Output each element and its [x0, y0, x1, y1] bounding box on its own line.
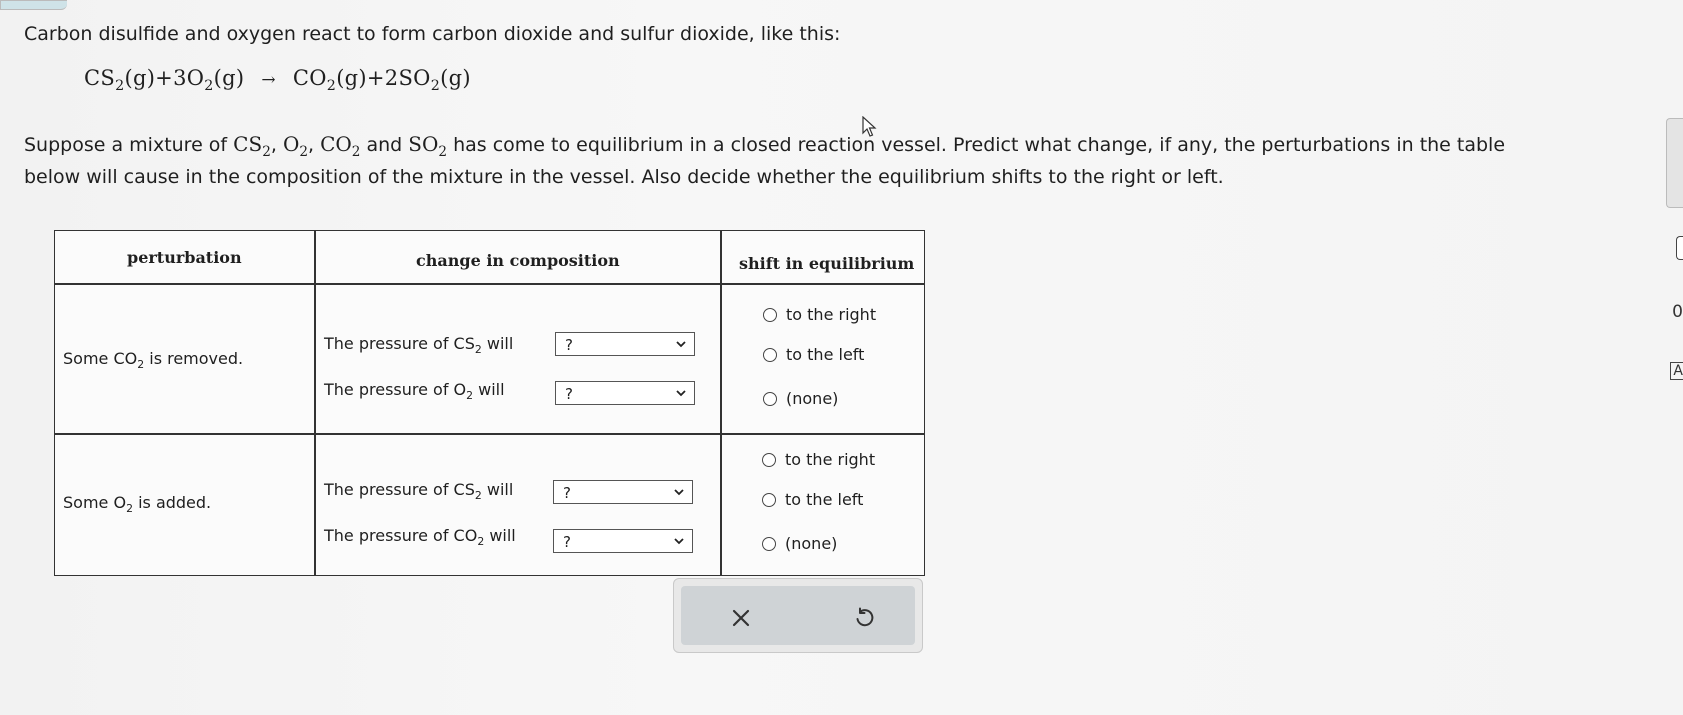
radio-shift-right[interactable]: to the right — [762, 450, 875, 469]
radio-circle[interactable] — [763, 347, 777, 362]
reaction-arrow: → — [261, 70, 276, 90]
eq-text: (g)+3O — [124, 66, 205, 90]
eq-text: CO — [292, 66, 327, 90]
perturbation-label: Some O2 is added. — [63, 493, 212, 515]
header-change-in-composition: change in composition — [416, 251, 620, 270]
formula-o2: O2 — [282, 132, 308, 160]
radio-shift-left[interactable]: to the left — [762, 490, 863, 509]
para-text: has come to equilibrium in a closed reac… — [453, 134, 1506, 156]
formula-cs2: CS2 — [233, 132, 271, 160]
eq-text: (g) — [213, 66, 245, 90]
radio-circle[interactable] — [762, 492, 776, 507]
formula-so2: SO2 — [408, 132, 448, 160]
top-left-tab[interactable] — [0, 0, 67, 10]
side-panel-tab[interactable] — [1666, 118, 1683, 208]
undo-button[interactable] — [844, 598, 884, 638]
para-comma: , — [270, 134, 277, 156]
radio-shift-none[interactable]: (none) — [763, 389, 838, 408]
radio-circle[interactable] — [763, 391, 777, 406]
cs2-pressure-select[interactable]: ? — [553, 480, 693, 504]
o2-pressure-select[interactable]: ? — [555, 381, 695, 405]
eq-subscript: 2 — [430, 77, 441, 94]
close-icon — [732, 609, 750, 627]
table-divider — [55, 283, 924, 285]
select-value: ? — [565, 336, 573, 354]
undo-icon — [856, 607, 874, 627]
side-glyph: A — [1670, 362, 1683, 380]
action-bar — [681, 586, 915, 645]
eq-text: (g) — [440, 66, 471, 90]
chevron-down-icon — [674, 538, 684, 545]
co2-pressure-select[interactable]: ? — [553, 529, 693, 553]
chemical-equation: CS2(g)+3O2(g) → CO2(g)+2SO2(g) — [84, 66, 471, 93]
perturbation-table: perturbation change in composition shift… — [54, 230, 925, 576]
para-comma: , — [308, 134, 315, 156]
page: Carbon disulfide and oxygen react to for… — [0, 0, 1683, 715]
eq-cs-label: CS — [84, 66, 116, 90]
select-value: ? — [563, 484, 571, 502]
change-label: The pressure of CS2 will — [324, 480, 514, 502]
action-panel — [673, 578, 923, 653]
clear-button[interactable] — [721, 598, 761, 638]
radio-circle[interactable] — [762, 452, 776, 467]
chevron-down-icon — [674, 489, 684, 496]
radio-shift-right[interactable]: to the right — [763, 305, 876, 324]
para-text: and — [366, 134, 403, 156]
chevron-down-icon — [676, 390, 686, 397]
intro-text: Carbon disulfide and oxygen react to for… — [24, 23, 841, 45]
change-label: The pressure of CO2 will — [324, 526, 516, 548]
eq-subscript: 2 — [326, 77, 337, 94]
select-value: ? — [565, 385, 573, 403]
cs2-pressure-select[interactable]: ? — [555, 332, 695, 356]
change-label: The pressure of O2 will — [324, 380, 505, 402]
perturbation-label: Some CO2 is removed. — [63, 349, 244, 371]
radio-circle[interactable] — [763, 307, 777, 322]
side-toolbar-tab[interactable] — [1676, 236, 1683, 260]
formula-co2: CO2 — [320, 132, 361, 160]
radio-shift-none[interactable]: (none) — [762, 534, 837, 553]
radio-circle[interactable] — [762, 536, 776, 551]
para-text: Suppose a mixture of — [24, 134, 228, 156]
radio-shift-left[interactable]: to the left — [763, 345, 864, 364]
table-divider — [55, 433, 924, 435]
eq-text: (g)+2SO — [336, 66, 431, 90]
header-perturbation: perturbation — [127, 248, 242, 267]
instructions-paragraph: Suppose a mixture of CS2, O2, CO2 and SO… — [24, 128, 1564, 193]
side-glyph: 0 — [1672, 302, 1683, 322]
eq-subscript: 2 — [204, 77, 214, 94]
change-label: The pressure of CS2 will — [324, 334, 514, 356]
para-text: below will cause in the composition of t… — [24, 166, 1224, 188]
chevron-down-icon — [676, 341, 686, 348]
header-shift-in-equilibrium: shift in equilibrium — [739, 254, 915, 273]
select-value: ? — [563, 533, 571, 551]
